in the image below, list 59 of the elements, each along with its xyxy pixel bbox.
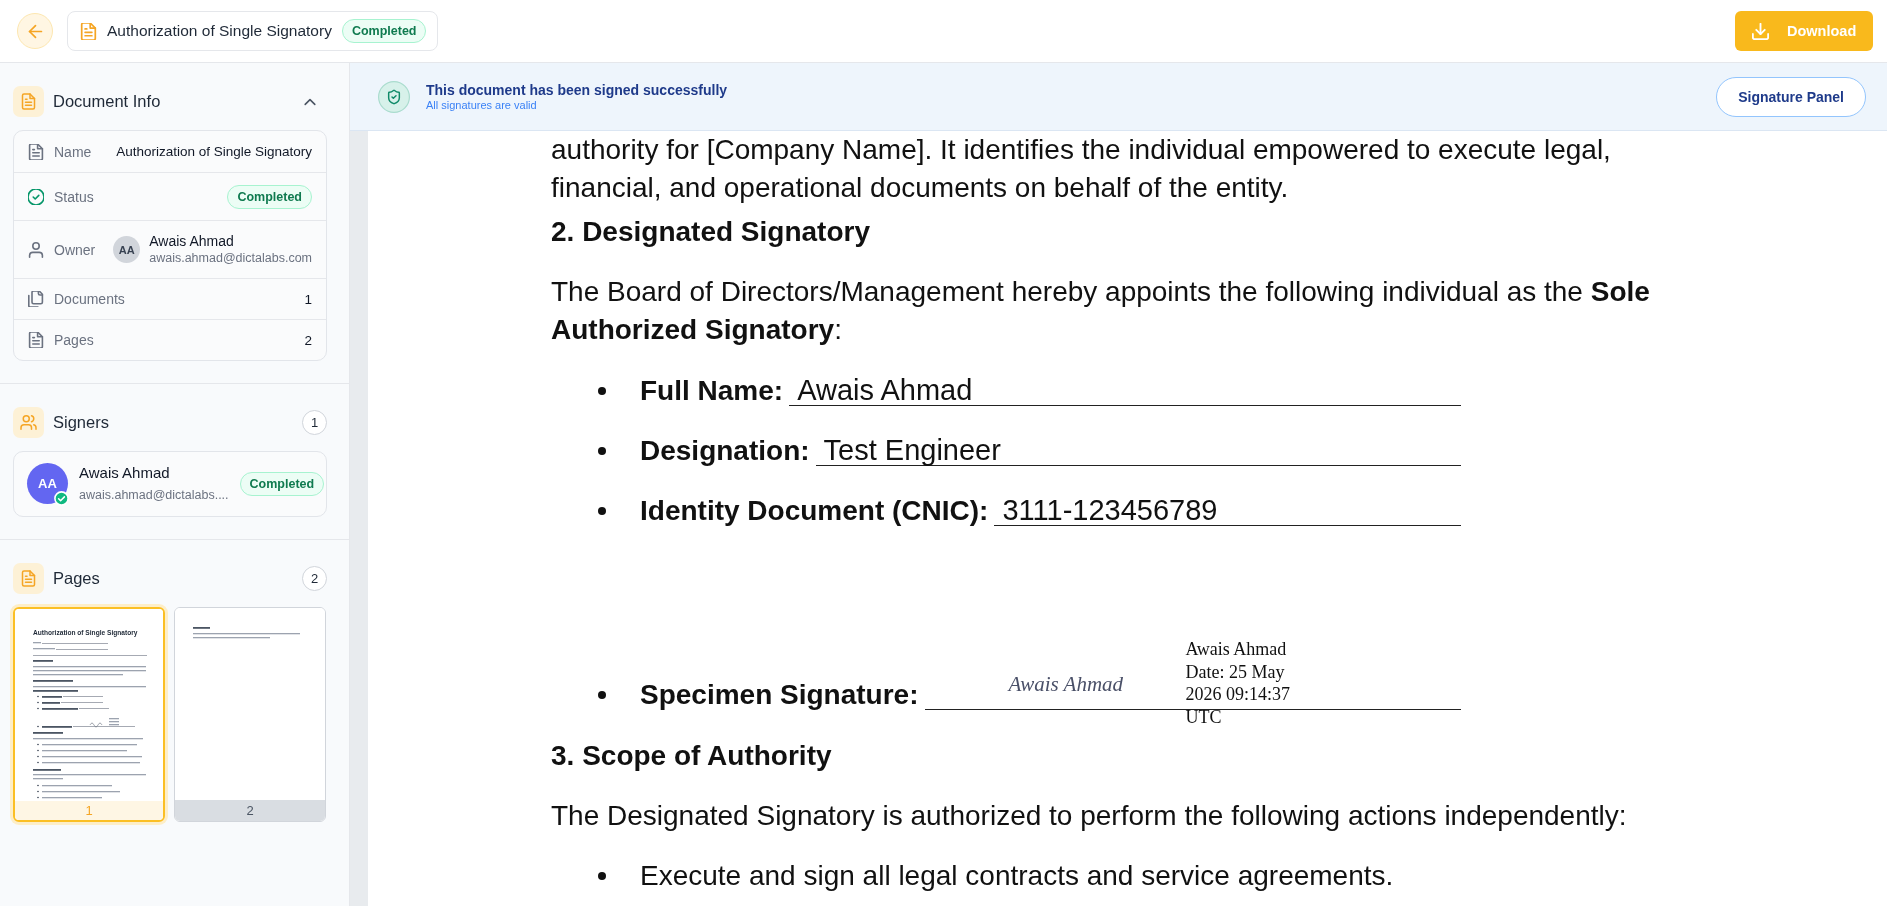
- fill-in-line: 3111-123456789: [994, 496, 1461, 526]
- document-icon: [28, 143, 44, 160]
- signer-name: Awais Ahmad: [79, 463, 171, 483]
- owner-name: Awais Ahmad: [149, 233, 235, 250]
- document-icon: [28, 332, 44, 348]
- bullet-icon: [598, 872, 606, 880]
- info-value: 1: [304, 291, 312, 307]
- banner-subtitle: All signatures are valid: [426, 99, 538, 112]
- document-title: Authorization of Single Signatory: [107, 22, 332, 40]
- page-number: 2: [175, 800, 325, 821]
- document-icon: [13, 563, 44, 594]
- field-label: Full Name:: [640, 374, 784, 408]
- owner-email: awais.ahmad@dictalabs.com: [149, 250, 312, 266]
- field-label: Specimen Signature:: [640, 678, 919, 712]
- banner-title: This document has been signed successfully: [426, 81, 728, 99]
- fill-in-line: Awais Ahmad: [789, 376, 1461, 406]
- signature-timestamp-text: Awais Ahmad Date: 25 May 2026 09:14:37 UTC: [1185, 638, 1291, 729]
- document-icon: [13, 86, 44, 117]
- paragraph: The Designated Signatory is authorized to perform the following actions independently:: [551, 799, 1627, 833]
- info-label: Name: [54, 143, 92, 160]
- user-icon: [28, 241, 44, 258]
- section-title: Pages: [53, 569, 100, 588]
- bullet-icon: [598, 691, 606, 699]
- info-value: 2: [304, 332, 312, 348]
- field-label: Designation:: [640, 434, 810, 468]
- bullet-icon: [598, 507, 606, 515]
- info-label: Documents: [54, 291, 125, 307]
- page-number: 1: [15, 801, 163, 820]
- shield-check-icon: [378, 80, 410, 113]
- paragraph: The Board of Directors/Management hereby appoints the following individual as the Sole Authorized Signatory:: [551, 275, 1651, 347]
- paragraph: authority for [Company Name]. It identifies the individual empowered to execute legal, financial, and operational documents on behalf of the entity.: [551, 133, 1612, 205]
- handwritten-signature: Awais Ahmad: [1008, 672, 1124, 696]
- info-label: Pages: [54, 332, 94, 348]
- info-label: Owner: [54, 241, 96, 258]
- info-value: Authorization of Single Signatory: [116, 144, 312, 159]
- status-badge: Completed: [341, 19, 427, 43]
- section-title: Signers: [53, 413, 109, 432]
- page-thumbnail[interactable]: 2: [174, 607, 326, 822]
- copy-icon: [28, 291, 44, 307]
- signature-panel-button[interactable]: Signature Panel: [1716, 76, 1866, 117]
- download-icon: [1752, 22, 1769, 40]
- fill-in-line: Test Engineer: [815, 436, 1461, 466]
- signer-email: awais.ahmad@dictalabs....: [79, 487, 229, 504]
- info-label: Status: [54, 188, 94, 205]
- count-badge: 2: [302, 566, 327, 591]
- bullet-icon: [598, 447, 606, 455]
- users-icon: [13, 407, 44, 438]
- section-heading: 3. Scope of Authority: [551, 739, 832, 773]
- bullet-icon: [598, 387, 606, 395]
- list-item: Execute and sign all legal contracts and service agreements.: [640, 859, 1394, 893]
- avatar: AA: [27, 463, 68, 504]
- section-heading: 2. Designated Signatory: [551, 215, 870, 249]
- field-label: Identity Document (CNIC):: [640, 494, 989, 528]
- section-title: Document Info: [53, 92, 161, 111]
- avatar: AA: [113, 236, 141, 263]
- status-badge: Completed: [227, 184, 312, 209]
- count-badge: 1: [302, 410, 327, 435]
- status-badge: Completed: [239, 471, 325, 496]
- document-icon: [80, 22, 97, 40]
